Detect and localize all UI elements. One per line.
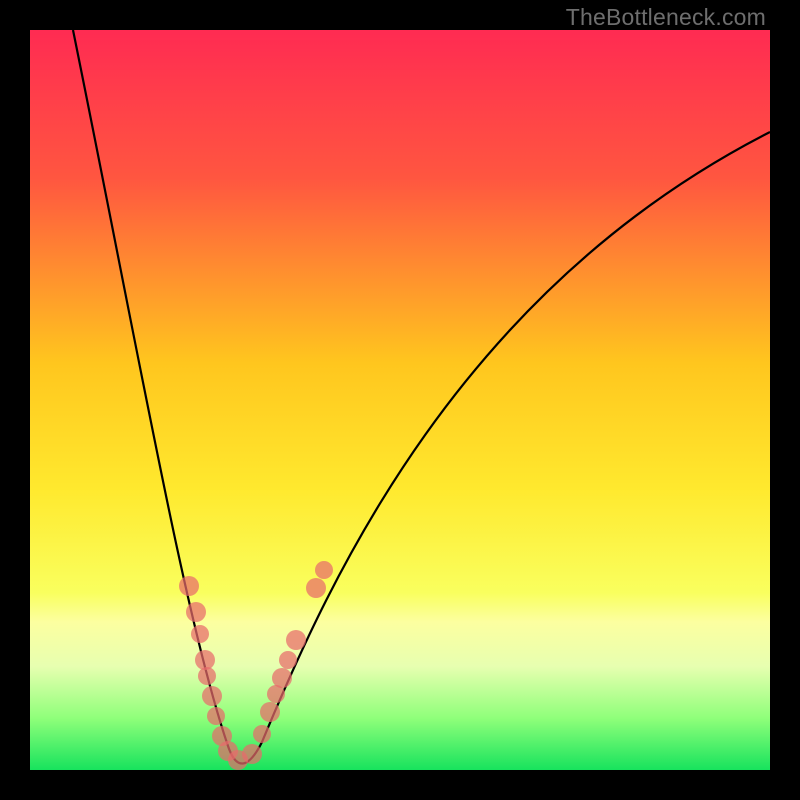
- data-dot: [306, 578, 326, 598]
- bottleneck-curve: [73, 30, 770, 764]
- data-dot: [272, 668, 292, 688]
- data-dot: [179, 576, 199, 596]
- data-dot: [242, 744, 262, 764]
- data-dot: [191, 625, 209, 643]
- data-dot: [195, 650, 215, 670]
- data-dot: [315, 561, 333, 579]
- data-dot: [286, 630, 306, 650]
- data-dot: [198, 667, 216, 685]
- data-dot: [253, 725, 271, 743]
- plot-frame: [30, 30, 770, 770]
- data-dot: [260, 702, 280, 722]
- data-dot: [202, 686, 222, 706]
- data-dot: [207, 707, 225, 725]
- data-dot: [279, 651, 297, 669]
- watermark-text: TheBottleneck.com: [566, 4, 766, 31]
- data-dots: [179, 561, 333, 770]
- data-dot: [186, 602, 206, 622]
- curve-layer: [30, 30, 770, 770]
